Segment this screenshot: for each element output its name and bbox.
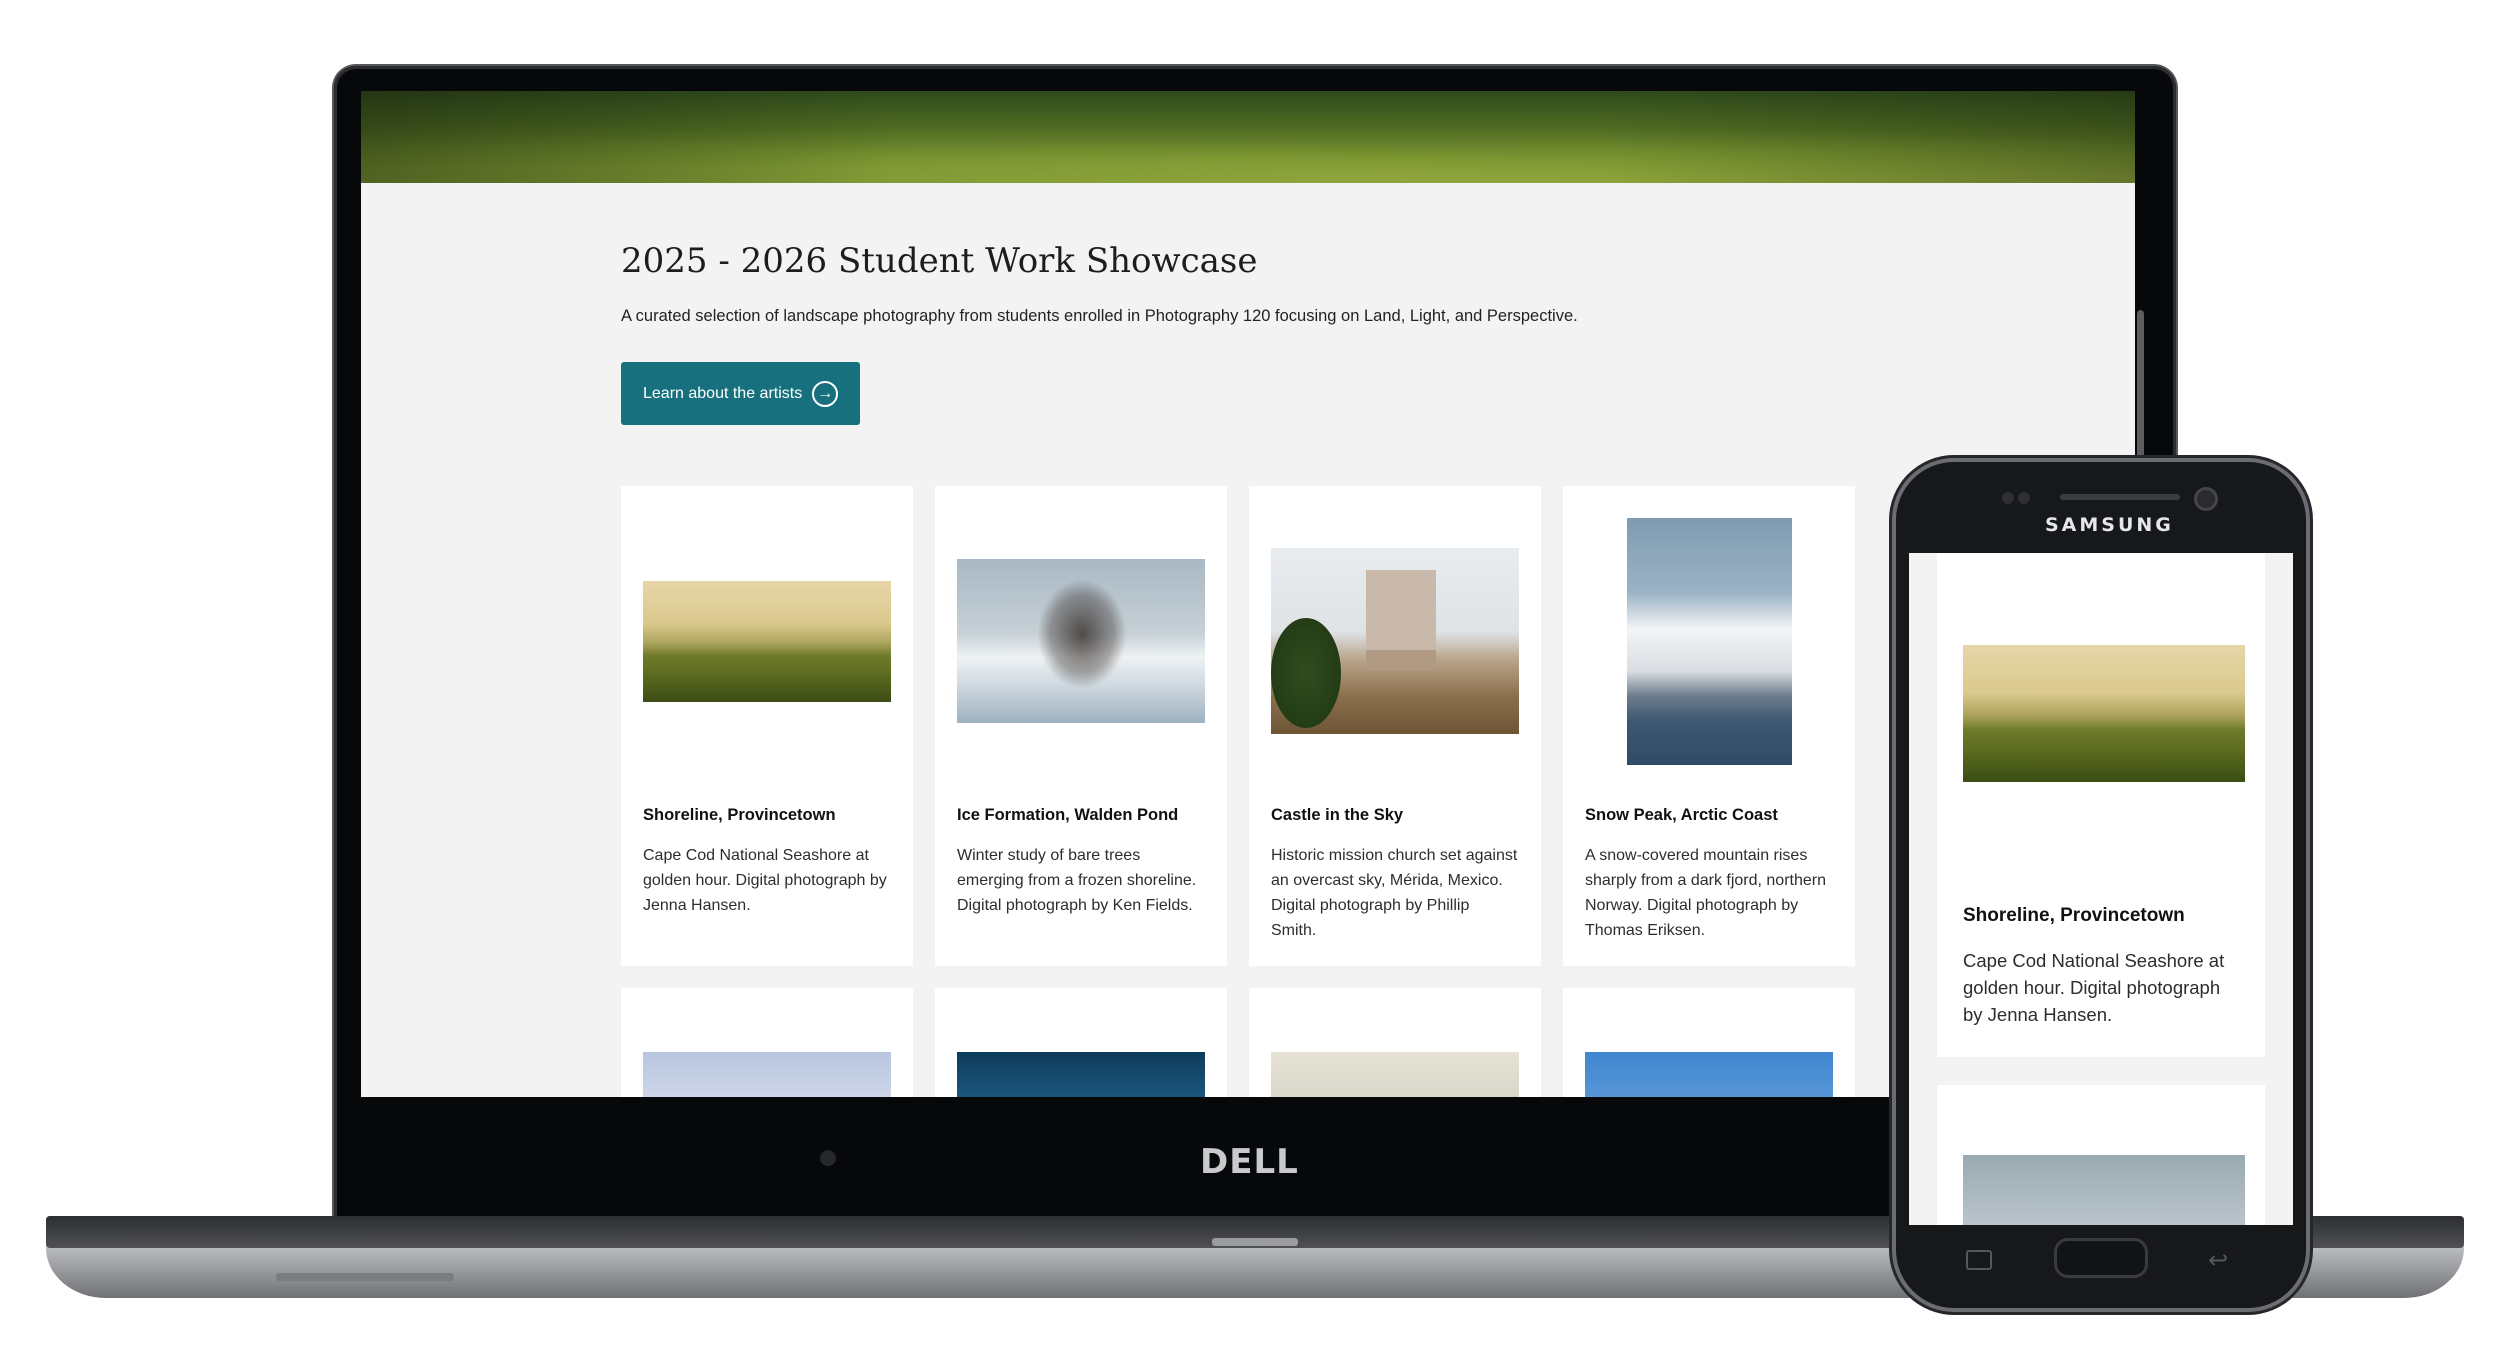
showcase-header: 2025 - 2026 Student Work Showcase A cura…	[621, 241, 1911, 425]
card-title: Castle in the Sky	[1271, 806, 1404, 824]
phone-volume-up-button	[1889, 596, 1896, 658]
phone-power-button	[2306, 744, 2313, 806]
card-photo	[1963, 645, 2245, 782]
card-photo	[1963, 1155, 2245, 1225]
gallery-card[interactable]: Shoreline, Provincetown Cape Cod Nationa…	[621, 486, 913, 966]
phone-logo: SAMSUNG	[2045, 514, 2174, 536]
phone-screen: Shoreline, Provincetown Cape Cod Nationa…	[1909, 553, 2293, 1225]
card-title: Snow Peak, Arctic Coast	[1585, 806, 1778, 824]
arrow-circle-right-icon: →	[812, 380, 839, 407]
card-description: A snow-covered mountain rises sharply fr…	[1585, 847, 1826, 939]
phone-sensors	[2002, 491, 2036, 504]
hero-overlay	[361, 91, 2135, 183]
page-title: 2025 - 2026 Student Work Showcase	[621, 241, 1258, 281]
card-photo	[957, 1052, 1205, 1097]
card-photo	[1271, 1052, 1519, 1097]
card-title: Shoreline, Provincetown	[1963, 905, 2185, 926]
phone-camera-icon	[2197, 490, 2215, 508]
card-description: Winter study of bare trees emerging from…	[957, 847, 1197, 914]
gallery-card[interactable]: Snow Peak, Arctic Coast A snow-covered m…	[1563, 486, 1855, 966]
card-photo	[1271, 548, 1519, 734]
card-photo	[1626, 517, 1792, 765]
card-photo	[1585, 1052, 1833, 1097]
phone-home-button[interactable]	[2054, 1238, 2148, 1278]
phone-speaker	[2060, 494, 2180, 500]
cta-label: Learn about the artists	[643, 384, 803, 402]
card-photo	[643, 580, 891, 702]
gallery-card[interactable]	[1937, 1085, 2265, 1225]
card-photo	[643, 1052, 891, 1097]
phone-recents-icon[interactable]	[1966, 1250, 1992, 1270]
learn-about-artists-button[interactable]: Learn about the artists →	[621, 362, 861, 425]
phone-back-icon[interactable]: ↩	[2208, 1246, 2228, 1275]
card-title: Ice Formation, Walden Pond	[957, 806, 1179, 824]
card-description: Historic mission church set against an o…	[1271, 847, 1518, 939]
page-description: A curated selection of landscape photogr…	[621, 307, 1578, 325]
card-title: Shoreline, Provincetown	[643, 806, 836, 824]
gallery-grid: Shoreline, Provincetown Cape Cod Nationa…	[621, 486, 1855, 1097]
gallery-card[interactable]	[1563, 988, 1855, 1097]
gallery-card[interactable]	[935, 988, 1227, 1097]
phone-volume-down-button	[1889, 686, 1896, 748]
gallery-card[interactable]	[1249, 988, 1541, 1097]
gallery-card[interactable]	[621, 988, 913, 1097]
laptop-vent	[276, 1273, 454, 1281]
laptop-notch	[1212, 1238, 1298, 1246]
card-description: Cape Cod National Seashore at golden hou…	[1963, 950, 2225, 1025]
laptop-camera	[820, 1150, 836, 1166]
gallery-card[interactable]: Shoreline, Provincetown Cape Cod Nationa…	[1937, 553, 2265, 1057]
gallery-card[interactable]: Castle in the Sky Historic mission churc…	[1249, 486, 1541, 966]
card-description: Cape Cod National Seashore at golden hou…	[643, 847, 887, 914]
laptop-screen: 2025 - 2026 Student Work Showcase A cura…	[361, 91, 2135, 1097]
card-photo	[957, 559, 1205, 723]
gallery-card[interactable]: Ice Formation, Walden Pond Winter study …	[935, 486, 1227, 966]
laptop-logo: DELL	[1200, 1142, 1299, 1182]
